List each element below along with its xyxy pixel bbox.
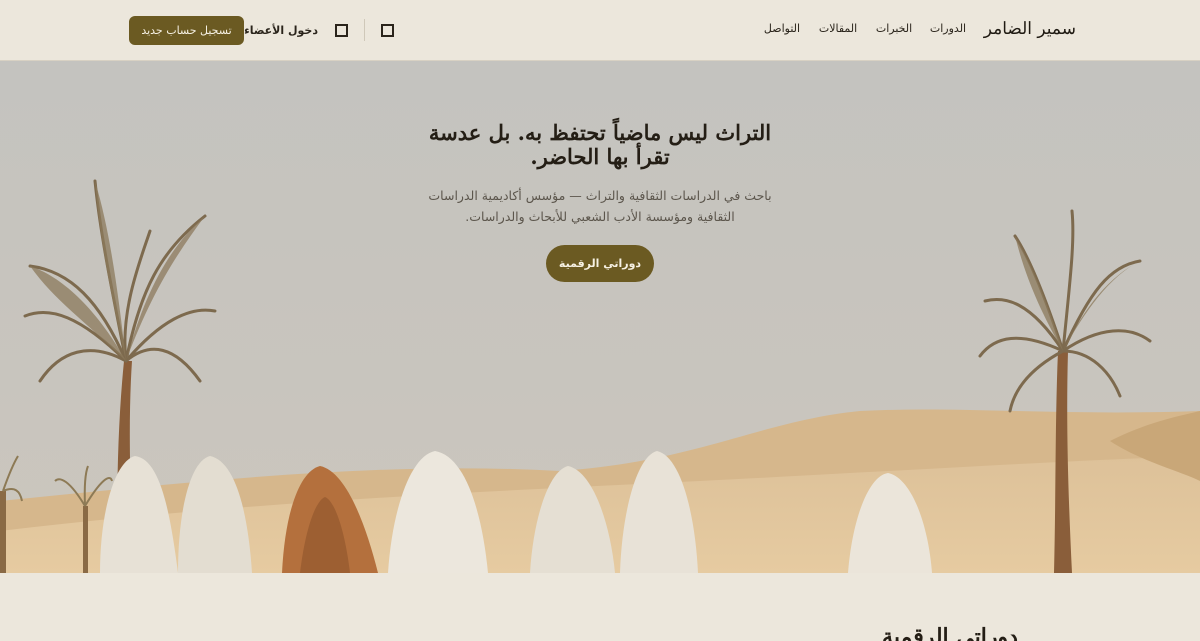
hero-section: التراث ليس ماضياً تحتفظ به. بل عدسة تقرأ… xyxy=(0,61,1200,573)
square-icon[interactable] xyxy=(381,24,394,37)
member-login-link[interactable]: دخول الأعضاء xyxy=(244,22,318,39)
hero-title: التراث ليس ماضياً تحتفظ به. بل عدسة تقرأ… xyxy=(428,120,772,169)
signup-button[interactable]: تسجيل حساب جديد xyxy=(129,16,244,45)
nav-item-expertise[interactable]: الخبرات xyxy=(873,21,915,37)
site-header: تسجيل حساب جديد دخول الأعضاء التواصل الم… xyxy=(0,0,1200,61)
nav-item-contact[interactable]: التواصل xyxy=(760,21,804,37)
nav-item-articles[interactable]: المقالات xyxy=(816,21,860,37)
hero-subtitle: باحث في الدراسات الثقافية والتراث — مؤسس… xyxy=(428,188,772,224)
nav-item-courses[interactable]: الدورات xyxy=(928,21,968,37)
square-icon[interactable] xyxy=(335,24,348,37)
section-heading: دوراتي الرقمية xyxy=(882,624,1018,641)
site-logo[interactable]: سمير الضامر xyxy=(984,16,1076,42)
digital-courses-button[interactable]: دوراتي الرقمية xyxy=(546,245,654,282)
header-divider xyxy=(364,19,365,41)
